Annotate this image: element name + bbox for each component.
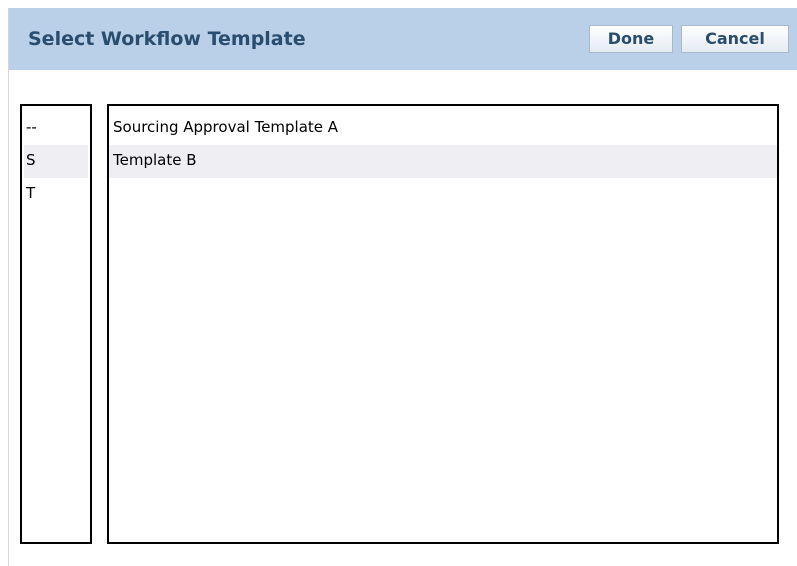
- done-button[interactable]: Done: [589, 25, 673, 53]
- index-item-s[interactable]: S: [24, 145, 88, 178]
- template-item[interactable]: Sourcing Approval Template A: [109, 112, 777, 145]
- index-item-dash[interactable]: --: [24, 112, 88, 145]
- index-item-t[interactable]: T: [24, 178, 88, 211]
- dialog-title: Select Workflow Template: [28, 28, 306, 50]
- dialog-title-bar: Select Workflow Template Done Cancel: [9, 8, 797, 70]
- alphabet-index-list: -- S T: [20, 104, 92, 544]
- template-item[interactable]: Template B: [109, 145, 777, 178]
- template-list: Sourcing Approval Template A Template B: [107, 104, 779, 544]
- workflow-template-dialog: Select Workflow Template Done Cancel -- …: [8, 8, 797, 566]
- cancel-button[interactable]: Cancel: [681, 25, 789, 53]
